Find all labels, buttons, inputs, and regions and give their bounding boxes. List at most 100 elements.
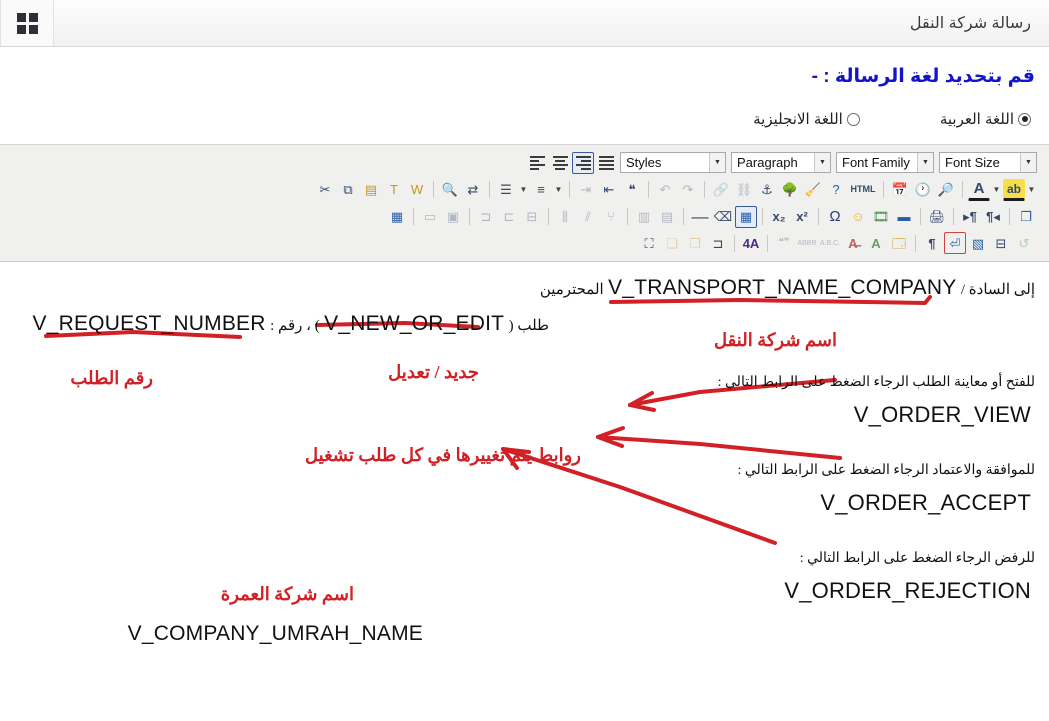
indent-icon: ⇤ — [603, 182, 615, 197]
copy-button[interactable]: ⧉ — [337, 179, 359, 201]
paste-text-button[interactable]: T — [383, 179, 405, 201]
delete-formatting-icon: A̶ — [848, 235, 858, 251]
acronym-button[interactable]: A.B.C. — [819, 232, 841, 254]
insert-row-before-button[interactable]: ⊐ — [475, 206, 497, 228]
image-button[interactable]: 🌳 — [779, 179, 801, 201]
cell-properties-button[interactable]: ▣ — [442, 206, 464, 228]
delete-column-button[interactable]: ⑂ — [600, 206, 622, 228]
split-cells-button[interactable]: ▥ — [633, 206, 655, 228]
insert-column-before-icon: ⫼ — [562, 209, 568, 224]
align-center-button[interactable] — [549, 152, 571, 174]
cut-button[interactable]: ✂ — [314, 179, 336, 201]
link-button[interactable]: 🔗 — [710, 179, 732, 201]
preview-button[interactable]: 🔎 — [935, 179, 957, 201]
highlight-color-dropdown[interactable]: ▼ — [1026, 185, 1037, 194]
insert-column-after-icon: ⫽ — [585, 209, 591, 224]
text-color-button[interactable]: A — [968, 179, 990, 201]
eraser-button[interactable]: ⌫ — [712, 206, 734, 228]
emoticon-button[interactable]: ☺ — [847, 206, 869, 228]
insert-column-after-button[interactable]: ⫽ — [577, 206, 599, 228]
nonbreaking-button[interactable]: ⏎ — [944, 232, 966, 254]
table-properties-button[interactable]: ▦ — [386, 206, 408, 228]
insert-column-before-button[interactable]: ⫼ — [554, 206, 576, 228]
radio-option-english[interactable]: اللغة الانجليزية — [753, 110, 860, 128]
bullet-list-dropdown[interactable]: ▼ — [518, 185, 529, 194]
subscript-button[interactable]: x₂ — [768, 206, 790, 228]
styles-select-label: Styles — [626, 155, 662, 170]
align-right-button[interactable] — [572, 151, 594, 174]
text-color-dropdown[interactable]: ▼ — [991, 185, 1002, 194]
insert-attribute-button[interactable]: A — [865, 232, 887, 254]
help-button[interactable]: ? — [825, 179, 847, 201]
font-size-select[interactable]: Font Size ▼ — [939, 152, 1037, 173]
anchor-button[interactable]: ⚓ — [756, 179, 778, 201]
paste-button[interactable]: ▤ — [360, 179, 382, 201]
styles-select[interactable]: Styles ▼ — [620, 152, 726, 173]
find-button[interactable]: 🔍 — [439, 179, 461, 201]
special-character-button[interactable]: Ω — [824, 206, 846, 228]
style-props-button[interactable]: 4A — [740, 232, 762, 254]
blockquote-button[interactable]: ❝ — [621, 179, 643, 201]
redo-button[interactable]: ↷ — [677, 179, 699, 201]
align-justify-button[interactable] — [595, 152, 617, 174]
view-link[interactable]: V_ORDER_VIEW — [854, 402, 1031, 428]
restore-button[interactable]: ↺ — [1013, 232, 1035, 254]
layer-front-button[interactable]: ❐ — [684, 232, 706, 254]
find-replace-button[interactable]: ⇄ — [462, 179, 484, 201]
table-button[interactable]: ▦ — [735, 205, 757, 228]
page-break-button[interactable]: ▬ — [893, 206, 915, 228]
citation-button[interactable]: ❝❞ — [773, 232, 795, 254]
paragraph-select[interactable]: Paragraph ▼ — [731, 152, 831, 173]
cleanup-button[interactable]: 🧹 — [802, 179, 824, 201]
media-button[interactable]: 🎞 — [870, 206, 892, 228]
template-button[interactable]: ▧ — [967, 232, 989, 254]
insert-time-button[interactable]: 🕐 — [912, 179, 934, 201]
reject-link[interactable]: V_ORDER_REJECTION — [784, 578, 1031, 604]
ltr-direction-button[interactable]: ▸¶ — [959, 206, 981, 228]
radio-english-icon[interactable] — [846, 112, 860, 126]
rtl-direction-button[interactable]: ¶◂ — [982, 206, 1004, 228]
move-forward-icon: ⊐ — [712, 235, 724, 251]
merge-cells-button[interactable]: ▤ — [656, 206, 678, 228]
move-forward-button[interactable]: ⊐ — [707, 232, 729, 254]
split-cells-icon: ▥ — [637, 209, 651, 224]
apps-grid-button[interactable] — [0, 0, 54, 46]
numbered-list-button[interactable]: ≡ — [530, 179, 552, 201]
radio-arabic-icon[interactable] — [1018, 112, 1031, 126]
radio-option-arabic[interactable]: اللغة العربية — [940, 110, 1031, 128]
accept-link[interactable]: V_ORDER_ACCEPT — [820, 490, 1031, 516]
unlink-button[interactable]: ⛓ — [733, 179, 755, 201]
editor-toolbar: Styles ▼ Paragraph ▼ Font Family ▼ Font … — [0, 145, 1049, 262]
print-button[interactable]: 🖨 — [926, 206, 948, 228]
page-break-layout-button[interactable]: ⊟ — [990, 232, 1012, 254]
horizontal-rule-button[interactable]: — — [689, 206, 711, 228]
insert-row-after-button[interactable]: ⊏ — [498, 206, 520, 228]
page-break-icon: ▬ — [897, 209, 911, 224]
outdent-button[interactable]: ⇥ — [575, 179, 597, 201]
html-icon: HTML — [850, 184, 876, 194]
insert-row-before-icon: ⊐ — [480, 209, 492, 224]
row-properties-button[interactable]: ▭ — [419, 206, 441, 228]
delete-formatting-button[interactable]: A̶ — [842, 232, 864, 254]
undo-button[interactable]: ↶ — [654, 179, 676, 201]
select-all-button[interactable]: ⛶ — [638, 232, 660, 254]
delete-row-button[interactable]: ⊟ — [521, 206, 543, 228]
page-break-layout-icon: ⊟ — [995, 235, 1007, 251]
editor-document-area[interactable]: إلى السادة / V_TRANSPORT_NAME_COMPANY ال… — [0, 262, 1049, 694]
abbreviation-button[interactable]: ABBR — [796, 232, 818, 254]
paragraph-mark-button[interactable]: ¶ — [921, 232, 943, 254]
superscript-button[interactable]: x² — [791, 206, 813, 228]
layer-back-button[interactable]: ❏ — [661, 232, 683, 254]
fullscreen-button[interactable]: ❐ — [1015, 206, 1037, 228]
align-left-button[interactable] — [526, 152, 548, 174]
delete-column-icon: ⑂ — [607, 209, 615, 224]
bullet-list-button[interactable]: ☰ — [495, 179, 517, 201]
highlight-color-button[interactable]: ab — [1003, 178, 1025, 201]
html-source-button[interactable]: HTML — [848, 179, 878, 201]
visual-aid-button[interactable]: 🗔 — [888, 232, 910, 254]
numbered-list-dropdown[interactable]: ▼ — [553, 185, 564, 194]
insert-date-button[interactable]: 📅 — [889, 179, 911, 201]
indent-button[interactable]: ⇤ — [598, 179, 620, 201]
font-family-select[interactable]: Font Family ▼ — [836, 152, 934, 173]
paste-word-button[interactable]: W — [406, 179, 428, 201]
